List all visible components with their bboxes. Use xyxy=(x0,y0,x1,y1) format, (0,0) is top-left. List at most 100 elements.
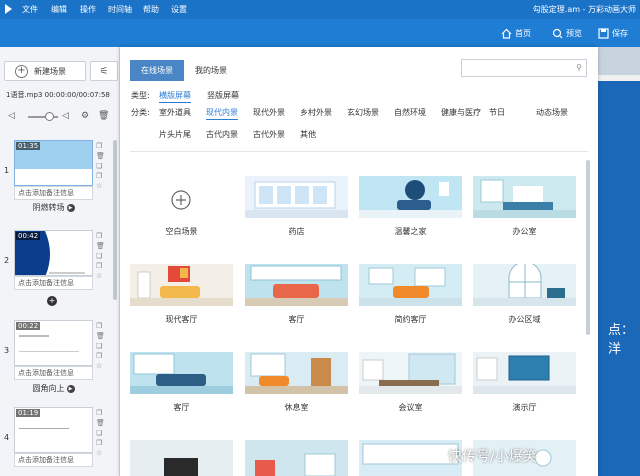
category-option[interactable]: 其他 xyxy=(300,129,316,140)
title-bar: 文件 编辑 操作 时间轴 帮助 设置 勾股定理.am - 万彩动画大师 xyxy=(0,0,640,19)
copy-icon[interactable]: ❐ xyxy=(96,142,106,150)
trash-icon[interactable]: 🗑 xyxy=(98,111,109,121)
scene-actions: ❐ 🗑 ❏ ❐ ☆ xyxy=(96,409,106,457)
star-icon[interactable]: ☆ xyxy=(96,449,106,457)
paste-icon[interactable]: ❏ xyxy=(96,162,106,170)
star-icon[interactable]: ☆ xyxy=(96,272,106,280)
category-option[interactable]: 乡村外景 xyxy=(300,107,332,118)
document-title: 勾股定理.am - 万彩动画大师 xyxy=(532,5,636,14)
category-option[interactable]: 节日 xyxy=(489,107,505,118)
preview-button[interactable]: 预览 xyxy=(552,26,582,40)
delete-icon[interactable]: 🗑 xyxy=(96,419,106,427)
delete-icon[interactable]: 🗑 xyxy=(96,332,106,340)
canvas-stage[interactable]: 点：洋 xyxy=(598,47,640,476)
divider xyxy=(130,151,588,152)
duplicate-icon[interactable]: ❐ xyxy=(96,352,106,360)
copy-icon[interactable]: ❐ xyxy=(96,232,106,240)
scene-card-image xyxy=(473,264,576,306)
search-icon[interactable]: ⚲ xyxy=(576,63,582,72)
library-tabs: 在线场景 我的场景 xyxy=(130,60,238,81)
category-option[interactable]: 动态场景 xyxy=(536,107,568,118)
audio-time: 00:00:00/00:07:58 xyxy=(44,91,110,99)
scene-card-image xyxy=(130,440,233,476)
tab-online-scenes[interactable]: 在线场景 xyxy=(130,60,184,81)
category-option[interactable]: 玄幻场景 xyxy=(347,107,379,118)
audio-info: 1语音.mp3 00:00:00/00:07:58 xyxy=(6,90,110,100)
category-option[interactable]: 健康与医疗 xyxy=(441,107,481,118)
scene-thumbnail[interactable]: 01:19 xyxy=(14,407,93,453)
menu-settings[interactable]: 设置 xyxy=(171,4,187,15)
category-option[interactable]: 室外道具 xyxy=(159,107,191,118)
scene-note-field[interactable]: 点击添加备注信息 xyxy=(14,186,93,200)
category-option-selected[interactable]: 现代内景 xyxy=(206,107,238,120)
main-toolbar: 首页 预览 保存 xyxy=(0,19,640,47)
add-transition-icon[interactable]: + xyxy=(47,296,57,306)
scene-card-image xyxy=(359,264,462,306)
sidebar-scrollbar[interactable] xyxy=(113,140,117,300)
volume-slider-handle[interactable] xyxy=(45,112,54,121)
scene-note-field[interactable]: 点击添加备注信息 xyxy=(14,276,93,290)
audio-file-name: 1语音.mp3 xyxy=(6,91,43,99)
save-button[interactable]: 保存 xyxy=(598,26,628,40)
volume-down-icon[interactable]: ◁ xyxy=(8,111,15,121)
grid-scrollbar[interactable] xyxy=(586,160,590,335)
transition-label[interactable]: 圆角向上 ▶ xyxy=(14,383,93,394)
scene-number: 1 xyxy=(4,166,10,175)
home-label: 首页 xyxy=(515,28,531,38)
menu-file[interactable]: 文件 xyxy=(22,4,38,15)
duplicate-icon[interactable]: ❐ xyxy=(96,262,106,270)
category-option[interactable]: 古代外景 xyxy=(253,129,285,140)
scene-card-label: 空白场景 xyxy=(165,227,198,236)
add-scene-button[interactable]: + 新建场景 xyxy=(4,61,86,81)
scene-library-panel: 在线场景 我的场景 ⚲ 类型: 横版屏幕 竖版屏幕 分类: 室外道具 现代内景 … xyxy=(120,47,598,476)
scene-card-label: 办公室 xyxy=(512,227,537,236)
duplicate-icon[interactable]: ❐ xyxy=(96,172,106,180)
home-button[interactable]: 首页 xyxy=(501,26,531,40)
delete-icon[interactable]: 🗑 xyxy=(96,242,106,250)
scene-note-placeholder: 点击添加备注信息 xyxy=(18,369,74,377)
copy-icon[interactable]: ❐ xyxy=(96,322,106,330)
category-option[interactable]: 古代内景 xyxy=(206,129,238,140)
ruler xyxy=(598,75,640,81)
menu-help[interactable]: 帮助 xyxy=(143,4,159,15)
transition-name: 阴燃转场 xyxy=(32,203,65,212)
duplicate-icon[interactable]: ❐ xyxy=(96,439,106,447)
transition-label[interactable]: 阴燃转场 ▶ xyxy=(14,202,93,213)
paste-icon[interactable]: ❏ xyxy=(96,342,106,350)
scene-sidebar: + 新建场景 ⚟ 1语音.mp3 00:00:00/00:07:58 ◁ ◁ ⚙… xyxy=(0,47,120,476)
type-option-vertical[interactable]: 竖版屏幕 xyxy=(207,90,239,101)
volume-up-icon[interactable]: ◁ xyxy=(62,111,69,121)
star-icon[interactable]: ☆ xyxy=(96,362,106,370)
stage-text: 点：洋 xyxy=(608,323,635,357)
star-icon[interactable]: ☆ xyxy=(96,182,106,190)
scene-card-image xyxy=(245,440,348,476)
paste-icon[interactable]: ❏ xyxy=(96,252,106,260)
delete-icon[interactable]: 🗑 xyxy=(96,152,106,160)
category-option[interactable]: 现代外景 xyxy=(253,107,285,118)
menu-timeline[interactable]: 时间轴 xyxy=(108,4,132,15)
type-option-horizontal[interactable]: 横版屏幕 xyxy=(159,90,191,103)
scene-thumbnail[interactable]: 01:35 xyxy=(14,140,93,186)
tools-icon: ⚟ xyxy=(99,65,109,77)
copy-icon[interactable]: ❐ xyxy=(96,409,106,417)
gear-icon[interactable]: ⚙ xyxy=(81,111,89,121)
search-input[interactable]: ⚲ xyxy=(461,59,587,77)
app-logo-icon xyxy=(5,4,12,14)
category-option[interactable]: 片头片尾 xyxy=(159,129,191,140)
tab-my-scenes[interactable]: 我的场景 xyxy=(184,60,238,81)
plus-icon: + xyxy=(15,64,28,78)
play-icon[interactable]: ▶ xyxy=(66,384,75,393)
scene-tools-button[interactable]: ⚟ xyxy=(90,61,118,81)
scene-note-field[interactable]: 点击添加备注信息 xyxy=(14,366,93,380)
scene-card-image xyxy=(359,440,462,476)
audio-controls: ◁ ◁ ⚙ 🗑 xyxy=(4,109,116,125)
scene-thumbnail[interactable]: 00:42 xyxy=(14,230,93,276)
scene-card-image xyxy=(473,352,576,394)
menu-edit[interactable]: 编辑 xyxy=(51,4,67,15)
menu-operate[interactable]: 操作 xyxy=(80,4,96,15)
category-option[interactable]: 自然环境 xyxy=(394,107,426,118)
scene-thumbnail[interactable]: 00:22 xyxy=(14,320,93,366)
paste-icon[interactable]: ❏ xyxy=(96,429,106,437)
play-icon[interactable]: ▶ xyxy=(66,203,75,212)
scene-note-field[interactable]: 点击添加备注信息 xyxy=(14,453,93,467)
